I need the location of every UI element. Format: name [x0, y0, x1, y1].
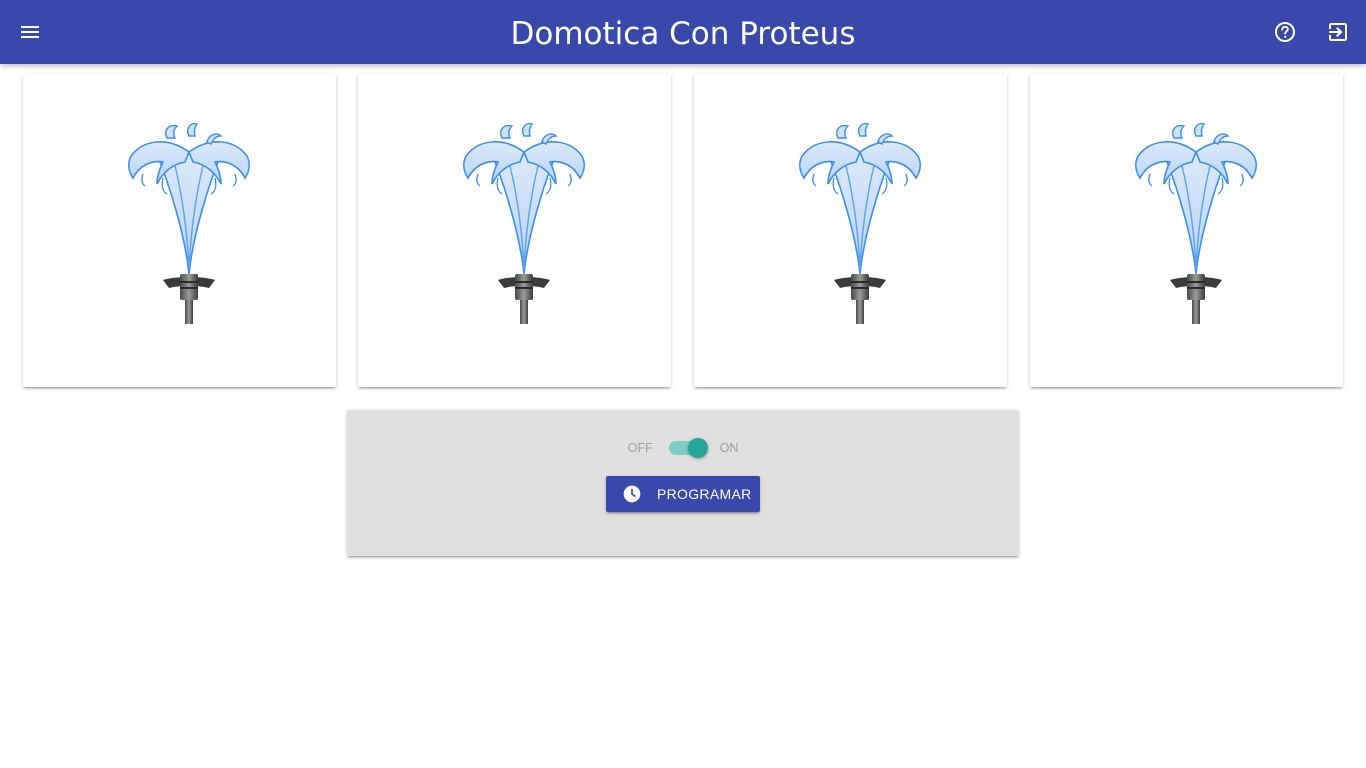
- help-circle-icon: [1275, 22, 1295, 42]
- fountain-sprinkler-image: [1135, 122, 1257, 325]
- control-panel: OFF ON PROGRAMAR: [347, 410, 1019, 556]
- help-button[interactable]: [1269, 16, 1301, 48]
- switch-lever[interactable]: [668, 438, 708, 458]
- fountain-sprinkler-image: [463, 122, 585, 325]
- sprinkler-card-1[interactable]: [23, 74, 336, 387]
- sprinkler-card-3[interactable]: [694, 74, 1007, 387]
- switch-knob[interactable]: [687, 438, 708, 458]
- logout-button[interactable]: [1322, 16, 1354, 48]
- fountain-sprinkler-image: [799, 122, 921, 325]
- switch-on-label: ON: [719, 441, 739, 455]
- power-switch[interactable]: OFF ON: [347, 438, 1019, 458]
- switch-off-label: OFF: [627, 441, 653, 455]
- program-button[interactable]: PROGRAMAR: [606, 476, 760, 512]
- fountain-sprinkler-image: [128, 122, 250, 325]
- clock-icon: [622, 484, 642, 504]
- exit-to-app-icon: [1329, 23, 1347, 41]
- program-button-label: PROGRAMAR: [657, 486, 752, 502]
- sprinkler-card-4[interactable]: [1030, 74, 1343, 387]
- sprinkler-card-2[interactable]: [358, 74, 671, 387]
- top-navbar: Domotica Con Proteus: [0, 0, 1366, 64]
- app-title[interactable]: Domotica Con Proteus: [0, 0, 1366, 64]
